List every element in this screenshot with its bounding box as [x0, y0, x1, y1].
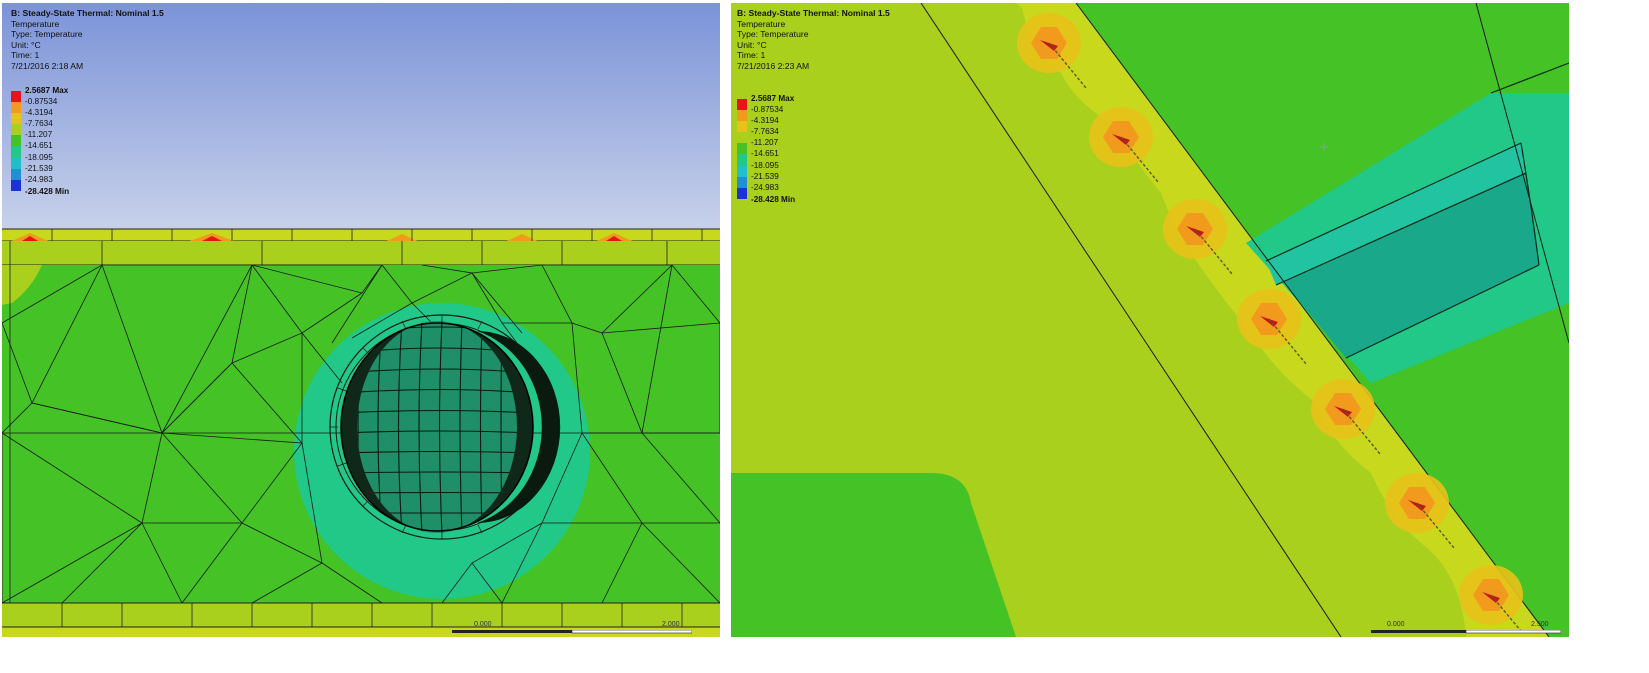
- result-time: Time: 1: [11, 50, 40, 61]
- legend-swatch: [11, 91, 21, 103]
- result-time: Time: 1: [737, 50, 766, 61]
- scale-end-label: 2.500: [1531, 621, 1549, 628]
- result-title: B: Steady-State Thermal: Nominal 1.5: [737, 8, 890, 18]
- legend-row: -24.983 -28.428 Min: [737, 183, 847, 204]
- legend-swatch: [11, 157, 21, 169]
- legend-level-label: -18.095: [25, 152, 53, 162]
- legend-level-label: -0.87534: [25, 97, 58, 107]
- result-unit: Unit: °C: [737, 39, 767, 50]
- legend-row: -24.983 -28.428 Min: [11, 175, 121, 196]
- legend-max-label: 2.5687 Max: [751, 94, 795, 103]
- legend-swatch: [11, 102, 21, 114]
- legend-level-label: -4.3194: [751, 116, 779, 126]
- left-result-info: B: Steady-State Thermal: Nominal 1.5 Tem…: [11, 8, 164, 72]
- legend-level-label: -0.87534: [751, 105, 784, 115]
- legend-swatch: [737, 176, 747, 188]
- legend-level-label: -4.3194: [25, 108, 53, 118]
- legend-swatch: [11, 124, 21, 136]
- legend-swatch: [737, 165, 747, 177]
- temperature-legend-left: 2.5687 Max -0.87534 -4.3194 -7.7634 -11.207-…: [11, 86, 121, 196]
- legend-level-label: -14.651: [25, 141, 53, 151]
- result-name: Temperature: [11, 18, 60, 29]
- legend-level-label: -7.7634: [751, 127, 779, 137]
- result-title: B: Steady-State Thermal: Nominal 1.5: [11, 8, 164, 18]
- left-result-viewport[interactable]: B: Steady-State Thermal: Nominal 1.5 Tem…: [2, 3, 720, 637]
- legend-level-label: -18.095: [751, 160, 779, 170]
- right-result-info: B: Steady-State Thermal: Nominal 1.5 Tem…: [737, 8, 890, 72]
- legend-level-label: -11.207: [25, 130, 53, 140]
- legend-swatch: [11, 113, 21, 125]
- legend-swatch: [737, 154, 747, 166]
- result-type: Type: Temperature: [737, 29, 809, 40]
- result-unit: Unit: °C: [11, 39, 41, 50]
- legend-level-label: -21.539: [751, 171, 779, 181]
- legend-level-label: -11.207: [751, 138, 779, 148]
- legend-level-label: -14.651: [751, 149, 779, 159]
- legend-swatch: [11, 146, 21, 158]
- result-name: Temperature: [737, 18, 786, 29]
- temperature-legend-right: 2.5687 Max -0.87534 -4.3194 -7.7634 -11.207-…: [737, 94, 847, 204]
- legend-swatch: [11, 135, 21, 147]
- result-date: 7/21/2016 2:18 AM: [11, 60, 84, 71]
- legend-swatch: [737, 110, 747, 122]
- right-result-viewport[interactable]: B: Steady-State Thermal: Nominal 1.5 Tem…: [731, 3, 1569, 637]
- scale-end-label: 2.000: [662, 621, 680, 628]
- legend-swatch: [11, 179, 21, 191]
- legend-swatch: [11, 168, 21, 180]
- legend-swatch: [737, 187, 747, 199]
- scale-start-label: 0.000: [1387, 621, 1405, 628]
- legend-max-label: 2.5687 Max: [25, 86, 69, 95]
- legend-swatch: [737, 121, 747, 133]
- right-mesh-plot: [731, 3, 1569, 637]
- scale-start-label: 0.000: [474, 621, 492, 628]
- legend-swatch: [737, 132, 747, 144]
- legend-level-label: -21.539: [25, 163, 53, 173]
- legend-swatch: [737, 99, 747, 111]
- legend-level-label: -24.983: [25, 174, 53, 184]
- legend-swatch: [737, 143, 747, 155]
- result-date: 7/21/2016 2:23 AM: [737, 60, 810, 71]
- legend-min-label: -28.428 Min: [751, 194, 796, 204]
- result-type: Type: Temperature: [11, 29, 83, 40]
- legend-level-label: -7.7634: [25, 119, 53, 129]
- legend-level-label: -24.983: [751, 182, 779, 192]
- legend-min-label: -28.428 Min: [25, 186, 70, 196]
- upper-band: [2, 241, 720, 265]
